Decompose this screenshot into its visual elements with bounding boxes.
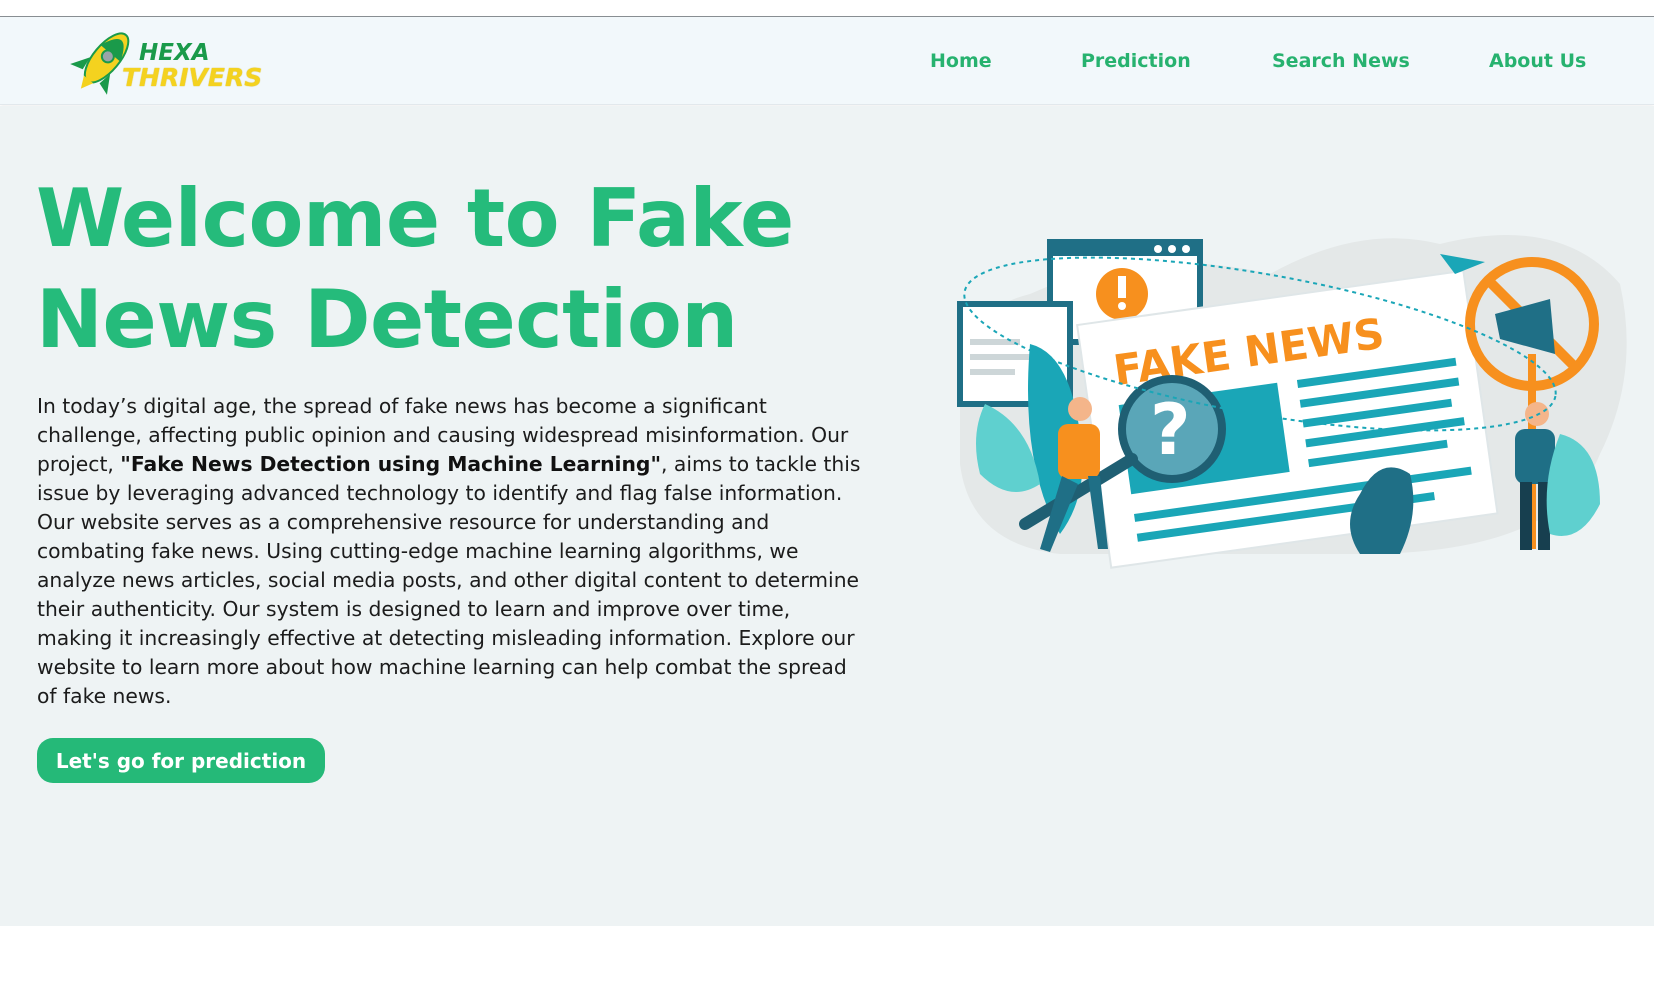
nav-link-about-us[interactable]: About Us	[1489, 50, 1586, 72]
hero-title: Welcome to Fake News Detection	[36, 172, 794, 366]
nav-link-prediction[interactable]: Prediction	[1081, 50, 1191, 72]
main-nav: Home Prediction Search News About Us	[0, 17, 1654, 105]
fake-news-illustration: FAKE NEWS ?	[940, 204, 1640, 574]
nav-link-search-news[interactable]: Search News	[1272, 50, 1410, 72]
navbar: HEXA THRIVERS Home Prediction Search New…	[0, 17, 1654, 105]
prediction-cta-button[interactable]: Let's go for prediction	[37, 738, 325, 783]
exclamation-icon	[1096, 268, 1148, 320]
hero-description: In today’s digital age, the spread of fa…	[37, 392, 867, 711]
project-name: "Fake News Detection using Machine Learn…	[120, 452, 662, 476]
hero-description-body: , aims to tackle this issue by leveragin…	[37, 452, 861, 708]
nav-link-home[interactable]: Home	[930, 50, 992, 72]
question-mark-icon: ?	[1150, 389, 1191, 471]
hero-section: Welcome to Fake News Detection In today’…	[0, 106, 1654, 926]
